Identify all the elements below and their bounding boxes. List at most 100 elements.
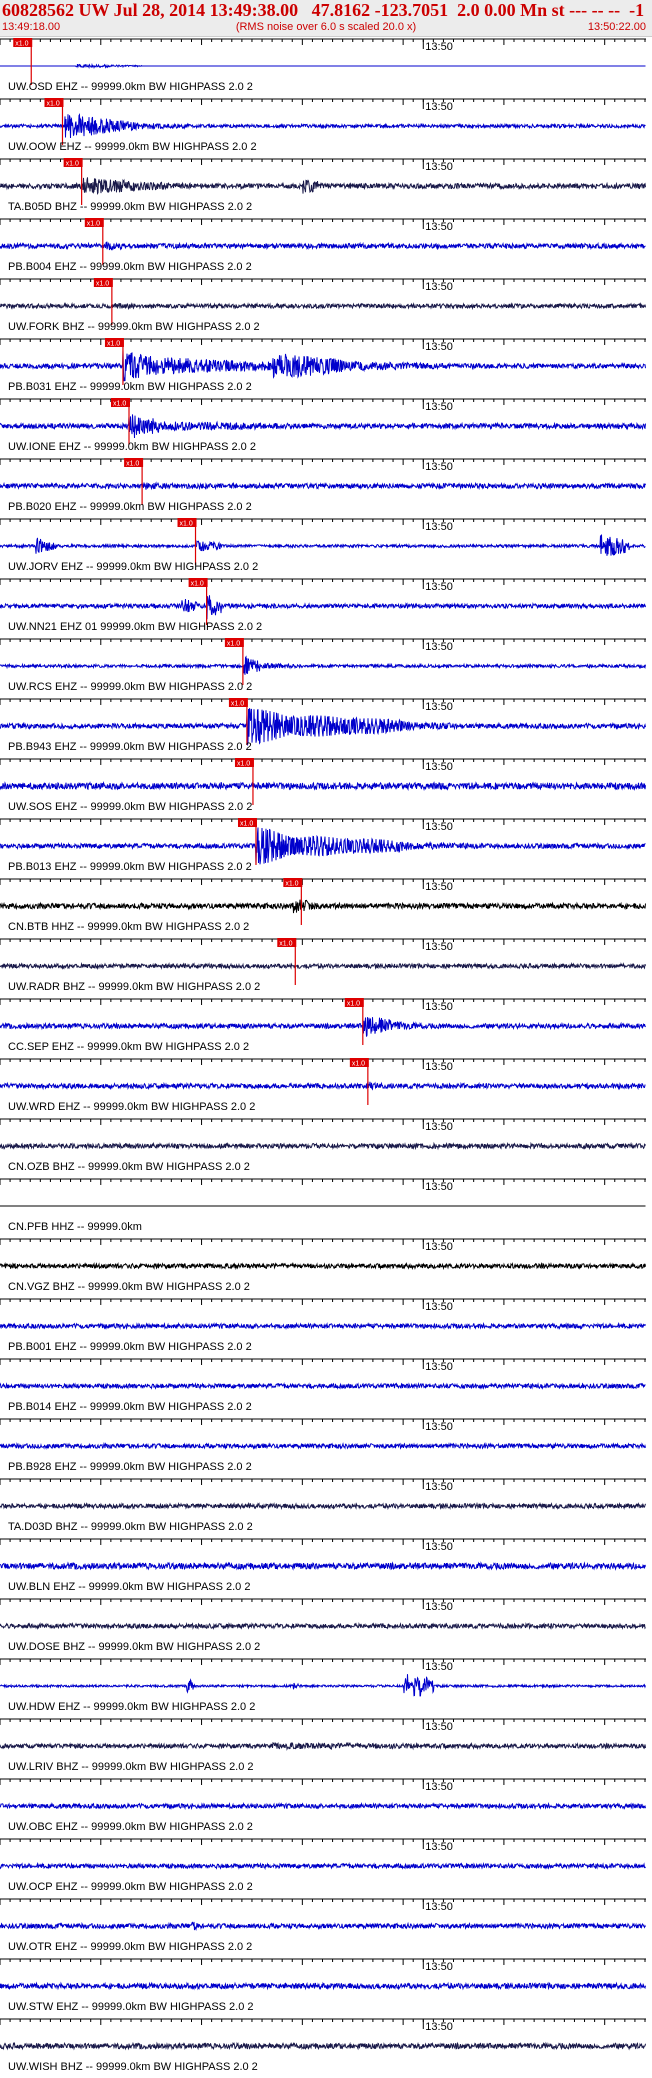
waveform-trace <box>0 655 646 675</box>
pick-label: x1.0 <box>113 401 126 408</box>
minute-label: 13:50 <box>425 101 453 113</box>
end-time: 13:50:22.00 <box>587 21 646 33</box>
station-label: UW.RADR BHZ -- 99999.0km BW HIGHPASS 2.0… <box>8 981 260 993</box>
station-label: CN.OZB BHZ -- 99999.0km BW HIGHPASS 2.0 … <box>8 1161 250 1173</box>
minute-label: 13:50 <box>425 221 453 233</box>
minute-label: 13:50 <box>425 881 453 893</box>
station-label: PB.B020 EHZ -- 99999.0km BW HIGHPASS 2.0… <box>8 501 252 513</box>
waveform-trace <box>0 1501 646 1511</box>
station-label: PB.B943 EHZ -- 99999.0km BW HIGHPASS 2.0… <box>8 741 252 753</box>
station-label: UW.OTR EHZ -- 99999.0km BW HIGHPASS 2.0 … <box>8 1941 252 1953</box>
station-label: CN.VGZ BHZ -- 99999.0km BW HIGHPASS 2.0 … <box>8 1281 250 1293</box>
station-label: UW.OBC EHZ -- 99999.0km BW HIGHPASS 2.0 … <box>8 1821 253 1833</box>
pick-label: x1.0 <box>66 161 79 168</box>
station-label: PB.B013 EHZ -- 99999.0km BW HIGHPASS 2.0… <box>8 861 252 873</box>
minute-label: 13:50 <box>425 2021 453 2033</box>
minute-label: 13:50 <box>425 1901 453 1913</box>
pick-label: x1.0 <box>46 101 59 108</box>
minute-label: 13:50 <box>425 1781 453 1793</box>
station-label: UW.OCP EHZ -- 99999.0km BW HIGHPASS 2.0 … <box>8 1881 253 1893</box>
station-label: TA.B05D BHZ -- 99999.0km BW HIGHPASS 2.0… <box>8 201 252 213</box>
minute-label: 13:50 <box>425 1961 453 1973</box>
minute-label: 13:50 <box>425 341 453 353</box>
pick-label: x1.0 <box>107 341 120 348</box>
pick-label: x1.0 <box>15 41 28 48</box>
minute-label: 13:50 <box>425 161 453 173</box>
pick-label: x1.0 <box>279 941 292 948</box>
minute-label: 13:50 <box>425 1721 453 1733</box>
minute-label: 13:50 <box>425 1241 453 1253</box>
waveform-trace <box>0 414 646 439</box>
minute-label: 13:50 <box>425 461 453 473</box>
minute-label: 13:50 <box>425 1661 453 1673</box>
minute-label: 13:50 <box>425 941 453 953</box>
station-label: UW.RCS EHZ -- 99999.0km BW HIGHPASS 2.0 … <box>8 681 252 693</box>
pick-label: x1.0 <box>87 221 100 228</box>
waveform-trace <box>0 301 646 311</box>
minute-label: 13:50 <box>425 1001 453 1013</box>
pick-label: x1.0 <box>180 521 193 528</box>
minute-label: 13:50 <box>425 401 453 413</box>
pick-label: x1.0 <box>352 1061 365 1068</box>
station-label: UW.OOW EHZ -- 99999.0km BW HIGHPASS 2.0 … <box>8 141 257 153</box>
waveform-trace <box>0 1861 646 1871</box>
waveform-trace <box>0 1261 646 1271</box>
station-label: PB.B004 EHZ -- 99999.0km BW HIGHPASS 2.0… <box>8 261 252 273</box>
station-label: CN.BTB HHZ -- 99999.0km BW HIGHPASS 2.0 … <box>8 921 249 933</box>
waveform-trace <box>0 1981 646 1991</box>
waveform-trace <box>0 62 646 70</box>
waveform-trace <box>0 1441 646 1451</box>
minute-label: 13:50 <box>425 1481 453 1493</box>
waveform-trace <box>0 899 646 914</box>
minute-label: 13:50 <box>425 1301 453 1313</box>
waveform-trace <box>0 1081 646 1091</box>
minute-label: 13:50 <box>425 1061 453 1073</box>
plot-header: 60828562 UW Jul 28, 2014 13:49:38.00 47.… <box>0 0 652 37</box>
waveform-trace <box>0 2041 646 2051</box>
station-label: UW.IONE EHZ -- 99999.0km BW HIGHPASS 2.0… <box>8 441 256 453</box>
rms-scaling-note: (RMS noise over 6.0 s scaled 20.0 x) <box>235 21 417 33</box>
minute-label: 13:50 <box>425 281 453 293</box>
waveform-trace <box>0 1381 646 1391</box>
minute-label: 13:50 <box>425 1361 453 1373</box>
waveform-trace <box>0 1674 646 1697</box>
station-label: UW.BLN EHZ -- 99999.0km BW HIGHPASS 2.0 … <box>8 1581 250 1593</box>
waveform-trace <box>0 1921 646 1931</box>
station-label: UW.SOS EHZ -- 99999.0km BW HIGHPASS 2.0 … <box>8 801 252 813</box>
station-label: UW.DOSE BHZ -- 99999.0km BW HIGHPASS 2.0… <box>8 1641 260 1653</box>
pick-label: x1.0 <box>227 641 240 648</box>
minute-label: 13:50 <box>425 521 453 533</box>
minute-label: 13:50 <box>425 641 453 653</box>
minute-label: 13:50 <box>425 1841 453 1853</box>
waveform-trace <box>0 595 646 620</box>
pick-label: x1.0 <box>240 821 253 828</box>
station-label: PB.B001 EHZ -- 99999.0km BW HIGHPASS 2.0… <box>8 1341 252 1353</box>
waveform-trace <box>0 1321 646 1331</box>
station-label: PB.B014 EHZ -- 99999.0km BW HIGHPASS 2.0… <box>8 1401 252 1413</box>
station-label: CN.PFB HHZ -- 99999.0km <box>8 1221 142 1233</box>
waveform-trace <box>0 350 646 382</box>
minute-label: 13:50 <box>425 1421 453 1433</box>
pick-label: x1.0 <box>126 461 139 468</box>
seismogram-plot: 13:50 x1.0 UW.OSD EHZ -- 99999.0km BW HIGH… <box>0 38 646 2073</box>
pick-label: x1.0 <box>96 281 109 288</box>
waveform-trace <box>0 1801 646 1811</box>
pick-label: x1.0 <box>285 881 298 888</box>
station-label: UW.NN21 EHZ 01 99999.0km BW HIGHPASS 2.0… <box>8 621 262 633</box>
waveform-trace <box>0 780 646 792</box>
waveform-trace <box>0 1621 646 1631</box>
pick-label: x1.0 <box>347 1001 360 1008</box>
waveform-trace <box>0 113 646 139</box>
station-label: UW.HDW EHZ -- 99999.0km BW HIGHPASS 2.0 … <box>8 1701 255 1713</box>
station-label: UW.WRD EHZ -- 99999.0km BW HIGHPASS 2.0 … <box>8 1101 255 1113</box>
station-label: TA.D03D BHZ -- 99999.0km BW HIGHPASS 2.0… <box>8 1521 253 1533</box>
minute-label: 13:50 <box>425 1121 453 1133</box>
station-label: UW.OSD EHZ -- 99999.0km BW HIGHPASS 2.0 … <box>8 81 253 93</box>
station-label: CC.SEP EHZ -- 99999.0km BW HIGHPASS 2.0 … <box>8 1041 249 1053</box>
waveform-trace <box>0 708 646 746</box>
pick-label: x1.0 <box>191 581 204 588</box>
station-label: PB.B031 EHZ -- 99999.0km BW HIGHPASS 2.0… <box>8 381 252 393</box>
waveform-trace <box>0 481 646 491</box>
waveform-trace <box>0 961 646 970</box>
station-label: UW.STW EHZ -- 99999.0km BW HIGHPASS 2.0 … <box>8 2001 254 2013</box>
